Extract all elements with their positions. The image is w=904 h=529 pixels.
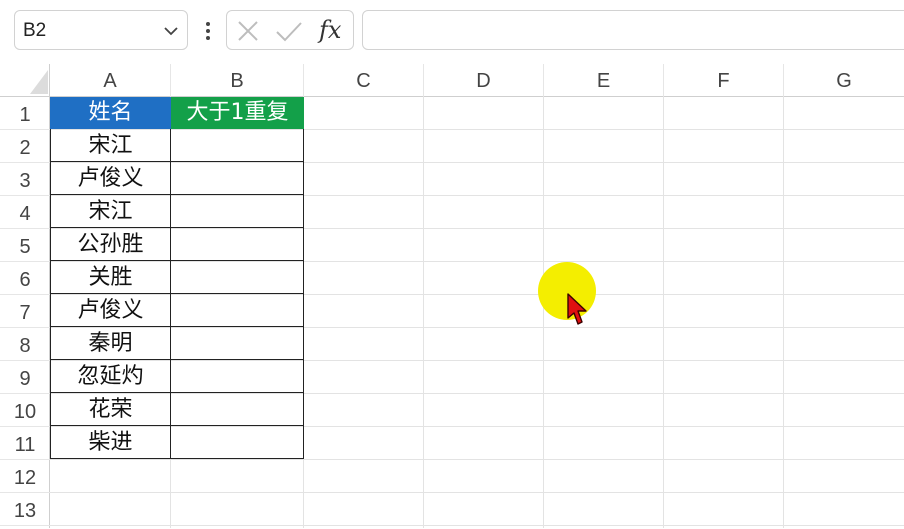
row-header-10[interactable]: 10 — [0, 394, 50, 427]
insert-function-button[interactable]: fx — [319, 16, 341, 44]
cell-a6[interactable]: 关胜 — [50, 261, 171, 294]
row-header-8[interactable]: 8 — [0, 328, 50, 361]
cell-a7[interactable]: 卢俊义 — [50, 294, 171, 327]
row-header-5[interactable]: 5 — [0, 229, 50, 262]
close-icon[interactable] — [237, 20, 259, 42]
row-header-6[interactable]: 6 — [0, 262, 50, 295]
formula-input[interactable] — [362, 10, 904, 50]
gridline — [50, 492, 904, 493]
cell-b10[interactable] — [171, 393, 304, 426]
row-header-3[interactable]: 3 — [0, 163, 50, 196]
select-all-icon[interactable] — [30, 70, 48, 94]
more-options-icon[interactable] — [198, 18, 218, 44]
column-header-d[interactable]: D — [424, 64, 544, 96]
cell-a9[interactable]: 忽延灼 — [50, 360, 171, 393]
cell-b11[interactable] — [171, 426, 304, 459]
cell-a5[interactable]: 公孙胜 — [50, 228, 171, 261]
cell-b4[interactable] — [171, 195, 304, 228]
name-box-value: B2 — [23, 20, 47, 41]
cell-b9[interactable] — [171, 360, 304, 393]
cell-b5[interactable] — [171, 228, 304, 261]
select-all-corner[interactable] — [0, 64, 50, 96]
row-header-2[interactable]: 2 — [0, 130, 50, 163]
column-header-a[interactable]: A — [50, 64, 171, 96]
row-header-9[interactable]: 9 — [0, 361, 50, 394]
cell-b6[interactable] — [171, 261, 304, 294]
cell-a4[interactable]: 宋江 — [50, 195, 171, 228]
cell-a2[interactable]: 宋江 — [50, 129, 171, 162]
cell-a1[interactable]: 姓名 — [50, 97, 171, 129]
cell-b1[interactable]: 大于1重复 — [171, 97, 304, 129]
cell-b3[interactable] — [171, 162, 304, 195]
row-header-4[interactable]: 4 — [0, 196, 50, 229]
row-header-7[interactable]: 7 — [0, 295, 50, 328]
gridline — [543, 96, 544, 528]
row-header-13[interactable]: 13 — [0, 493, 50, 526]
cell-a8[interactable]: 秦明 — [50, 327, 171, 360]
gridline — [663, 96, 664, 528]
row-header-11[interactable]: 11 — [0, 427, 50, 460]
column-header-g[interactable]: G — [784, 64, 904, 96]
row-header-12[interactable]: 12 — [0, 460, 50, 493]
formula-bar: B2 fx — [0, 0, 904, 64]
cell-a10[interactable]: 花荣 — [50, 393, 171, 426]
column-header-b[interactable]: B — [171, 64, 304, 96]
cell-a11[interactable]: 柴进 — [50, 426, 171, 459]
column-header-e[interactable]: E — [544, 64, 664, 96]
column-header-f[interactable]: F — [664, 64, 784, 96]
cell-b2[interactable] — [171, 129, 304, 162]
gridline — [423, 96, 424, 528]
cell-b8[interactable] — [171, 327, 304, 360]
name-box[interactable]: B2 — [14, 10, 188, 50]
spreadsheet-grid: A B C D E F G 1 2 3 4 5 6 7 8 9 10 11 12… — [0, 64, 904, 528]
formula-actions: fx — [226, 10, 354, 50]
cell-b7[interactable] — [171, 294, 304, 327]
gridline — [783, 96, 784, 528]
cell-a3[interactable]: 卢俊义 — [50, 162, 171, 195]
row-header-1[interactable]: 1 — [0, 97, 50, 130]
gridline — [50, 459, 904, 460]
check-icon[interactable] — [275, 20, 303, 42]
mouse-pointer-icon — [567, 293, 587, 325]
column-header-c[interactable]: C — [304, 64, 424, 96]
gridline — [50, 525, 904, 526]
chevron-down-icon[interactable] — [163, 23, 179, 39]
